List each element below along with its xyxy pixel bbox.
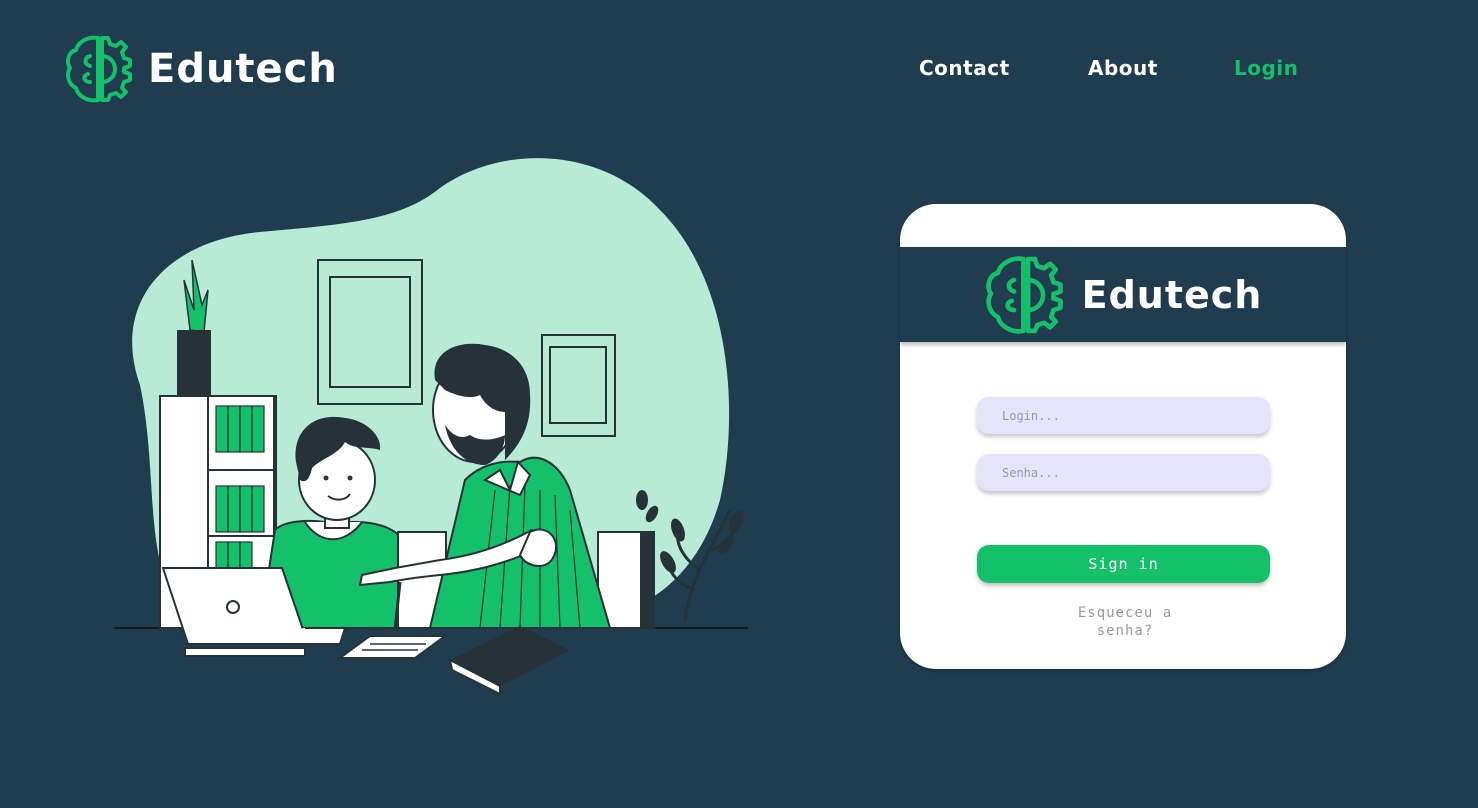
login-input[interactable]: [977, 397, 1270, 434]
brand-logo-link[interactable]: Edutech: [64, 34, 338, 104]
nav-login[interactable]: Login: [1234, 56, 1298, 80]
brand-name: Edutech: [148, 46, 338, 92]
card-header: Edutech: [900, 247, 1346, 342]
login-card: Edutech Sign in Esqueceu a senha?: [900, 204, 1346, 669]
login-page: Edutech Contact About Login Edutech Logi…: [0, 0, 1478, 808]
password-input[interactable]: [977, 454, 1270, 491]
nav-contact[interactable]: Contact: [919, 56, 1010, 80]
teacher-helping-student-illustration: [114, 158, 748, 696]
forgot-password-line1: Esqueceu a: [1077, 605, 1173, 621]
nav-about[interactable]: About: [1088, 56, 1158, 80]
brain-gear-icon: [985, 255, 1063, 334]
sign-in-button[interactable]: Sign in: [977, 545, 1270, 583]
forgot-password-line2: senha?: [1096, 623, 1154, 639]
card-brand-name: Edutech: [1081, 272, 1263, 317]
brain-gear-icon: [66, 35, 132, 103]
forgot-password-link[interactable]: Esqueceu a senha?: [1060, 604, 1190, 640]
